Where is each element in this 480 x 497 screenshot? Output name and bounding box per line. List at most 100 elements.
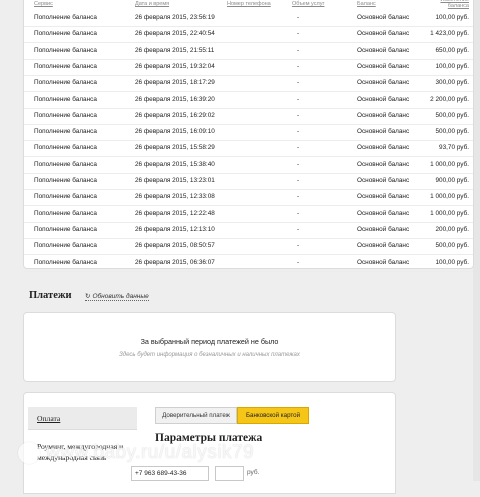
watermark: www.baby.ru/u/alysik79 — [18, 442, 254, 464]
cell-datetime: 26 февраля 2015, 12:22:48 — [135, 209, 215, 217]
col-header-datetime[interactable]: Дата и время — [135, 1, 169, 7]
cell-amount: 100,00 руб. — [435, 258, 469, 266]
table-row: Пополнение баланса 26 февраля 2015, 15:38… — [24, 157, 473, 174]
cell-phone: - — [297, 128, 300, 136]
cell-service: Пополнение баланса — [34, 209, 97, 217]
cell-balance: Основной баланс — [357, 62, 410, 70]
side-item-label: Оплата — [37, 414, 61, 423]
table-row: Пополнение баланса 26 февраля 2015, 18:17… — [24, 75, 473, 93]
cell-phone: - — [297, 30, 300, 38]
col-header-change[interactable]: Изменение баланса — [433, 0, 469, 9]
cell-amount: 1 000,00 руб. — [430, 160, 469, 168]
cell-phone: - — [297, 14, 300, 21]
tab-trust-payment[interactable]: Доверительный платеж — [155, 407, 237, 424]
cell-phone: - — [297, 242, 300, 250]
cell-phone: - — [297, 209, 300, 217]
cell-datetime: 26 февраля 2015, 15:58:29 — [135, 144, 215, 152]
cell-service: Пополнение баланса — [34, 111, 97, 119]
col-header-balance[interactable]: Баланс — [357, 1, 376, 7]
cell-amount: 500,00 руб. — [435, 111, 469, 119]
col-header-services[interactable]: Объем услуг — [292, 1, 324, 7]
col-header-phone[interactable]: Номер телефона — [227, 1, 271, 7]
table-row: Пополнение баланса 26 февраля 2015, 19:32… — [24, 59, 473, 76]
cell-amount: 200,00 руб. — [435, 225, 469, 233]
table-row: Пополнение баланса 26 февраля 2015, 16:29… — [24, 108, 473, 125]
cell-phone: - — [297, 225, 300, 233]
cell-balance: Основной баланс — [357, 160, 410, 168]
cell-datetime: 26 февраля 2015, 06:36:07 — [135, 258, 215, 266]
cell-balance: Основной баланс — [357, 258, 410, 266]
table-row: Пополнение баланса 26 февраля 2015, 21:55… — [24, 43, 473, 60]
cell-datetime: 26 февраля 2015, 16:39:20 — [135, 95, 215, 103]
cell-amount: 100,00 руб. — [435, 62, 469, 70]
cell-phone: - — [297, 177, 300, 184]
cell-service: Пополнение баланса — [34, 160, 97, 168]
side-item-oplata[interactable]: Оплата — [28, 407, 137, 430]
cell-datetime: 26 февраля 2015, 08:50:57 — [135, 242, 215, 250]
cell-balance: Основной баланс — [357, 95, 410, 103]
cell-amount: 100,00 руб. — [435, 14, 469, 21]
table-row: Пополнение баланса 26 февраля 2015, 13:23… — [24, 173, 473, 190]
table-row: Пополнение баланса 26 февраля 2015, 22:40… — [24, 26, 473, 44]
page-edge — [473, 0, 480, 481]
cell-service: Пополнение баланса — [34, 177, 97, 184]
cell-balance: Основной баланс — [357, 30, 410, 38]
cell-phone: - — [297, 62, 300, 70]
table-row: Пополнение баланса 26 февраля 2015, 12:13… — [24, 222, 473, 239]
cell-amount: 1 000,00 руб. — [430, 209, 469, 217]
cell-phone: - — [297, 46, 300, 54]
cell-datetime: 26 февраля 2015, 16:09:10 — [135, 128, 215, 136]
cell-service: Пополнение баланса — [34, 225, 97, 233]
cell-amount: 500,00 руб. — [435, 242, 469, 250]
table-row: Пополнение баланса 26 февраля 2015, 16:39… — [24, 92, 473, 109]
cell-amount: 2 200,00 руб. — [430, 95, 469, 103]
cell-datetime: 26 февраля 2015, 22:40:54 — [135, 30, 215, 38]
cell-balance: Основной баланс — [357, 209, 410, 217]
cell-phone: - — [297, 111, 300, 119]
cell-phone: - — [297, 95, 300, 103]
cell-service: Пополнение баланса — [34, 128, 97, 136]
cell-balance: Основной баланс — [357, 242, 410, 250]
cell-balance: Основной баланс — [357, 225, 410, 233]
watermark-logo-icon — [18, 442, 40, 464]
cell-datetime: 26 февраля 2015, 12:33:08 — [135, 193, 215, 201]
cell-amount: 500,00 руб. — [435, 128, 469, 136]
cell-balance: Основной баланс — [357, 193, 410, 201]
phone-field[interactable]: +7 963 689-43-36 — [131, 466, 209, 481]
cell-balance: Основной баланс — [357, 46, 410, 54]
payments-title: Платежи — [29, 290, 72, 301]
cell-service: Пополнение баланса — [34, 62, 97, 70]
transactions-table: Сервис Дата и время Номер телефона Объем… — [23, 0, 474, 272]
table-row: Пополнение баланса 26 февраля 2015, 16:09… — [24, 124, 473, 142]
cell-balance: Основной баланс — [357, 14, 410, 21]
cell-service: Пополнение баланса — [34, 46, 97, 54]
table-row: Пополнение баланса 26 февраля 2015, 12:33… — [24, 189, 473, 207]
cell-datetime: 26 февраля 2015, 18:17:29 — [135, 79, 215, 87]
cell-service: Пополнение баланса — [34, 79, 97, 87]
payments-empty-panel: За выбранный период платежей не было Зде… — [23, 312, 396, 382]
table-row: Пополнение баланса 26 февраля 2015, 08:50… — [24, 238, 473, 256]
cell-phone: - — [297, 258, 300, 266]
cell-amount: 1 000,00 руб. — [430, 193, 469, 201]
amount-field[interactable] — [215, 466, 244, 481]
currency-label: руб. — [247, 469, 260, 476]
cell-balance: Основной баланс — [357, 144, 410, 152]
cell-service: Пополнение баланса — [34, 258, 97, 266]
refresh-icon: ↻ — [85, 293, 91, 300]
cell-datetime: 26 февраля 2015, 19:32:04 — [135, 62, 215, 70]
table-row: Пополнение баланса 26 февраля 2015, 12:22… — [24, 206, 473, 223]
cell-balance: Основной баланс — [357, 128, 410, 136]
cell-datetime: 26 февраля 2015, 21:55:11 — [135, 46, 215, 54]
cell-balance: Основной баланс — [357, 111, 410, 119]
tab-bank-card[interactable]: Банковской картой — [237, 407, 309, 424]
refresh-data-link[interactable]: ↻ Обновить данные — [85, 293, 149, 301]
col-header-service[interactable]: Сервис — [34, 1, 53, 7]
cell-service: Пополнение баланса — [34, 242, 97, 250]
cell-service: Пополнение баланса — [34, 95, 97, 103]
cell-amount: 650,00 руб. — [435, 46, 469, 54]
cell-service: Пополнение баланса — [34, 193, 97, 201]
watermark-text: www.baby.ru/u/alysik79 — [46, 442, 255, 464]
empty-message: За выбранный период платежей не было — [140, 337, 279, 346]
refresh-label: Обновить данные — [92, 293, 149, 300]
cell-datetime: 26 февраля 2015, 13:23:01 — [135, 177, 215, 184]
